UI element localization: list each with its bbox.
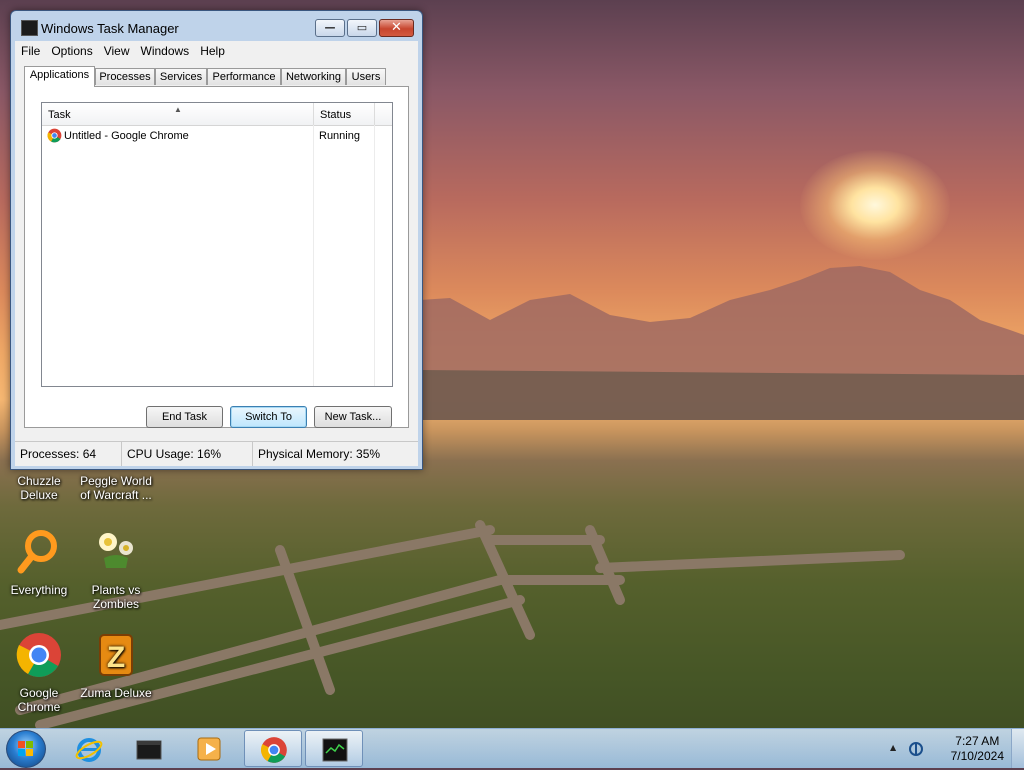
sun	[800, 150, 950, 260]
desktop-icon-label: Zuma Deluxe	[80, 686, 152, 700]
title-bar[interactable]: Windows Task Manager — ▭ ✕	[11, 11, 422, 39]
tab-processes[interactable]: Processes	[95, 68, 155, 85]
desktop-icon-label: Everything	[10, 583, 68, 597]
everything-search-icon	[17, 530, 57, 574]
clock-date: 7/10/2024	[950, 749, 1004, 763]
media-player-icon	[197, 737, 221, 761]
internet-explorer-icon	[75, 738, 103, 762]
plants-vs-zombies-icon	[99, 533, 133, 568]
column-divider	[313, 125, 314, 386]
task-manager-window: Windows Task Manager — ▭ ✕ File Options Vi…	[10, 10, 423, 470]
zuma-icon: Z	[99, 634, 133, 676]
taskbar: ▲ 7:27 AM 7/10/2024	[0, 728, 1024, 768]
desktop-icon-label: Chuzzle Deluxe	[17, 474, 61, 502]
menu-bar: File Options View Windows Help	[15, 41, 418, 60]
menu-file[interactable]: File	[15, 41, 45, 58]
task-status: Running	[319, 130, 360, 142]
task-manager-icon	[322, 738, 348, 762]
column-header-status[interactable]: Status	[314, 103, 375, 125]
menu-view[interactable]: View	[98, 41, 135, 58]
column-header-task[interactable]: ▲ Task	[42, 103, 314, 125]
tab-performance[interactable]: Performance	[207, 68, 281, 85]
desktop-icon-label: Peggle World of Warcraft ...	[80, 474, 152, 502]
minimize-icon: —	[324, 21, 336, 34]
new-task-button[interactable]: New Task...	[314, 406, 392, 428]
window-body: Applications Processes Services Performa…	[15, 60, 418, 465]
desktop-icon-label: Google Chrome	[17, 686, 61, 714]
menu-help[interactable]: Help	[194, 41, 230, 58]
taskbar-task-manager[interactable]	[305, 730, 363, 767]
show-hidden-icons-chevron[interactable]: ▲	[890, 743, 896, 752]
end-task-button[interactable]: End Task	[146, 406, 223, 428]
mountains	[420, 266, 1024, 420]
desktop-icon-google-chrome[interactable]: Google Chrome	[1, 631, 77, 714]
desktop-icon-label: Plants vs Zombies	[91, 583, 141, 611]
sort-ascending-icon: ▲	[174, 105, 182, 114]
desktop-icon-chuzzle[interactable]: Chuzzle Deluxe	[1, 474, 77, 502]
minimize-button[interactable]: —	[315, 19, 345, 37]
status-bar: Processes: 64 CPU Usage: 16% Physical Me…	[15, 441, 418, 466]
task-name: Untitled - Google Chrome	[64, 130, 189, 142]
tab-applications[interactable]: Applications	[24, 66, 95, 87]
desktop-icon-everything[interactable]: Everything	[1, 528, 77, 597]
list-header: ▲ Task Status	[42, 103, 392, 126]
maximize-icon: ▭	[356, 21, 368, 34]
column-label: Task	[48, 109, 71, 121]
tab-users[interactable]: Users	[346, 68, 386, 85]
close-button[interactable]: ✕	[379, 19, 414, 37]
task-manager-icon	[21, 20, 38, 36]
system-tray: ▲ 7:27 AM 7/10/2024	[884, 729, 1024, 769]
show-desktop-button[interactable]	[1011, 729, 1024, 768]
taskbar-internet-explorer[interactable]	[60, 730, 118, 767]
desktop-icon-zuma-deluxe[interactable]: Z Zuma Deluxe	[78, 631, 154, 700]
taskbar-terminal[interactable]	[120, 730, 178, 767]
window-title: Windows Task Manager	[41, 21, 179, 36]
status-processes: Processes: 64	[15, 442, 122, 466]
taskbar-google-chrome[interactable]	[244, 730, 302, 767]
chrome-icon	[16, 633, 61, 677]
desktop-icon-plants-vs-zombies[interactable]: Plants vs Zombies	[78, 528, 154, 611]
tab-networking[interactable]: Networking	[281, 68, 346, 85]
taskbar-media-player[interactable]	[180, 730, 238, 767]
status-physical-memory: Physical Memory: 35%	[258, 447, 381, 461]
table-row[interactable]: Untitled - Google Chrome Running	[42, 127, 392, 145]
clock-time: 7:27 AM	[955, 734, 1000, 748]
svg-text:Z: Z	[107, 641, 125, 674]
desktop-icon-peggle[interactable]: Peggle World of Warcraft ...	[78, 474, 154, 502]
terminal-icon	[136, 740, 162, 760]
chrome-icon	[47, 128, 62, 143]
status-cpu-usage: CPU Usage: 16%	[122, 442, 253, 466]
close-icon: ✕	[391, 20, 402, 35]
network-icon[interactable]	[908, 741, 924, 757]
column-divider	[374, 125, 375, 386]
applications-panel: ▲ Task Status Untitled - Google Chrome R…	[24, 86, 409, 428]
maximize-button[interactable]: ▭	[347, 19, 377, 37]
start-button[interactable]	[6, 730, 46, 768]
column-label: Status	[320, 109, 352, 121]
menu-windows[interactable]: Windows	[135, 41, 195, 58]
menu-options[interactable]: Options	[45, 41, 97, 58]
windows-logo-icon	[18, 741, 33, 756]
switch-to-button[interactable]: Switch To	[230, 406, 307, 428]
clock[interactable]: 7:27 AM 7/10/2024	[951, 734, 1004, 764]
chrome-icon	[260, 737, 287, 763]
task-list[interactable]: ▲ Task Status Untitled - Google Chrome R…	[41, 102, 393, 387]
tab-services[interactable]: Services	[155, 68, 207, 85]
